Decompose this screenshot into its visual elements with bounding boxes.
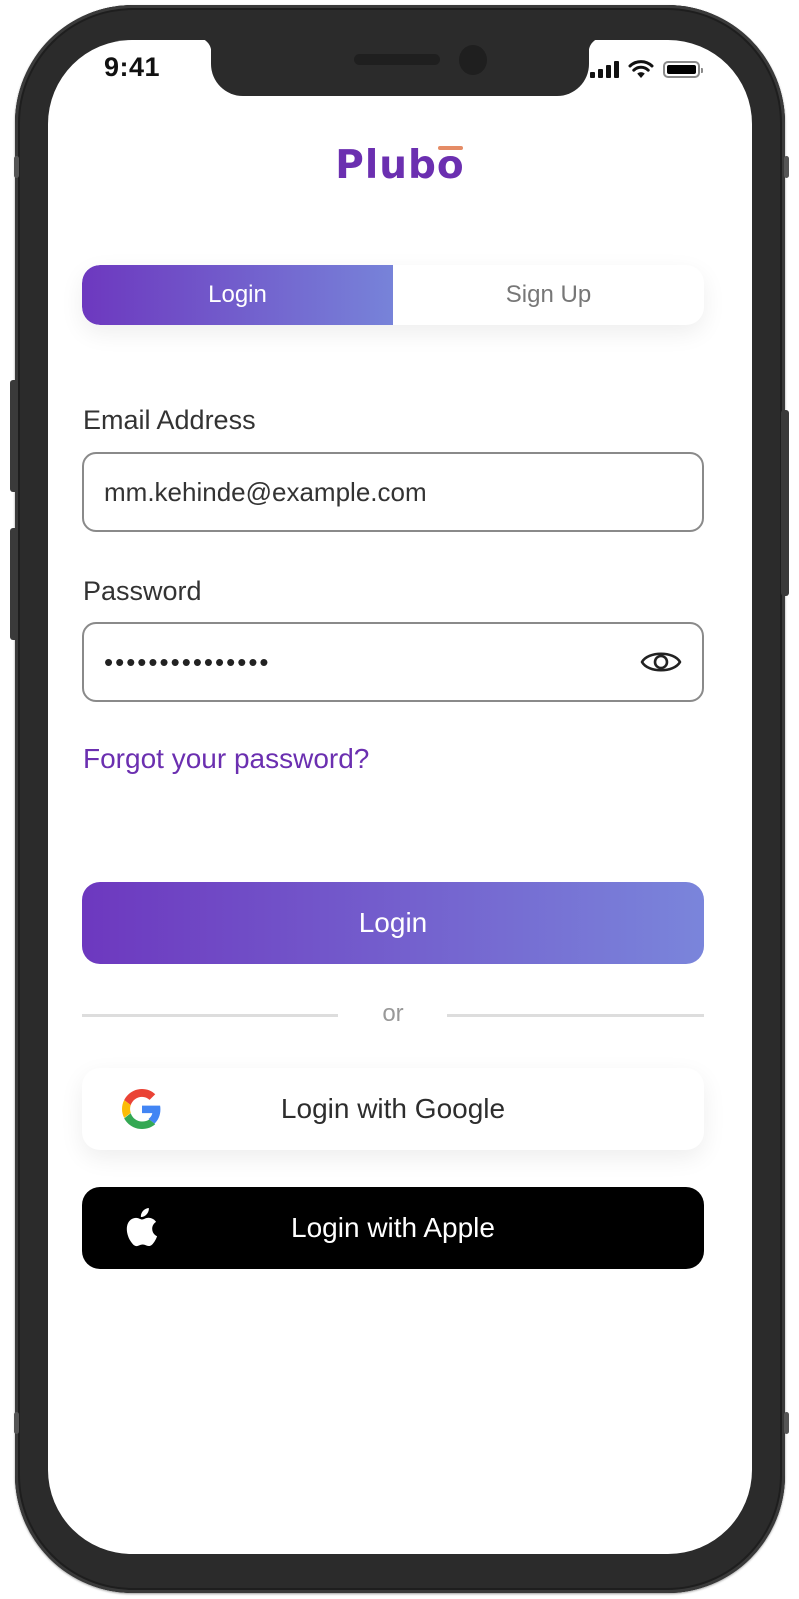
- volume-up-button: [10, 380, 18, 492]
- forgot-password-link[interactable]: Forgot your password?: [83, 743, 369, 775]
- cellular-signal-icon: [590, 61, 619, 78]
- speaker-grille: [354, 54, 440, 65]
- google-icon: [122, 1089, 161, 1129]
- apple-button-label: Login with Apple: [291, 1212, 495, 1243]
- auth-mode-toggle: Login Sign Up: [82, 265, 704, 325]
- eye-icon[interactable]: [640, 647, 682, 677]
- volume-down-button: [10, 528, 18, 640]
- brand-logo: Plubo: [48, 143, 752, 188]
- antenna-band: [14, 1412, 19, 1434]
- login-button[interactable]: Login: [82, 882, 704, 964]
- power-button: [781, 410, 789, 596]
- login-with-google-button[interactable]: Login with Google: [82, 1068, 704, 1150]
- tab-sign-up[interactable]: Sign Up: [393, 265, 704, 325]
- antenna-band: [14, 156, 19, 178]
- email-field-container: [82, 452, 704, 532]
- login-with-apple-button[interactable]: Login with Apple: [82, 1187, 704, 1269]
- or-divider: or: [82, 1000, 704, 1032]
- email-input[interactable]: [104, 476, 682, 508]
- status-icons: [590, 60, 703, 79]
- antenna-band: [784, 156, 789, 178]
- wifi-icon: [628, 60, 654, 78]
- divider-line: [447, 1014, 704, 1017]
- google-button-label: Login with Google: [280, 1093, 506, 1124]
- password-label: Password: [83, 576, 202, 606]
- battery-icon: [663, 61, 703, 78]
- front-camera: [459, 45, 487, 75]
- email-label: Email Address: [83, 405, 256, 435]
- apple-icon: [126, 1208, 158, 1247]
- status-time: 9:41: [104, 52, 161, 82]
- notch: [197, 40, 603, 96]
- antenna-band: [784, 1412, 789, 1434]
- phone-screen: 9:41 Plubo Login Sign Up Email Address P…: [48, 40, 752, 1554]
- tab-login[interactable]: Login: [82, 265, 393, 325]
- password-input[interactable]: [104, 646, 640, 678]
- password-field-container: [82, 622, 704, 702]
- logo-accent-bar: [437, 146, 463, 150]
